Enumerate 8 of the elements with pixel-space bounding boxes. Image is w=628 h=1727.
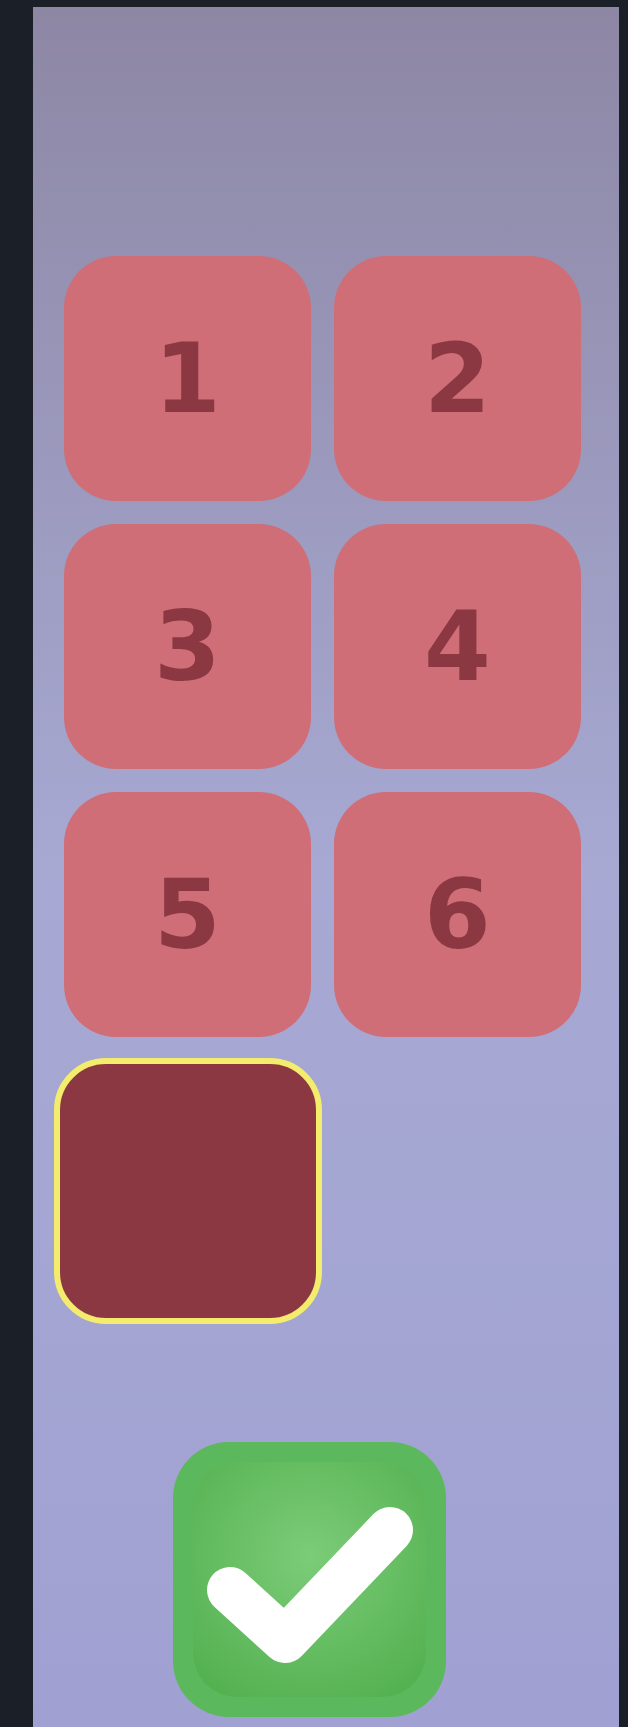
number-tile[interactable]: 6 [334, 792, 581, 1037]
number-tile[interactable]: 5 [64, 792, 311, 1037]
number-tile[interactable]: 2 [334, 256, 581, 501]
number-tile[interactable]: 4 [334, 524, 581, 769]
confirm-button[interactable] [173, 1442, 446, 1717]
number-tile[interactable]: 3 [64, 524, 311, 769]
number-tile[interactable]: 1 [64, 256, 311, 501]
number-tile[interactable] [54, 1058, 322, 1324]
